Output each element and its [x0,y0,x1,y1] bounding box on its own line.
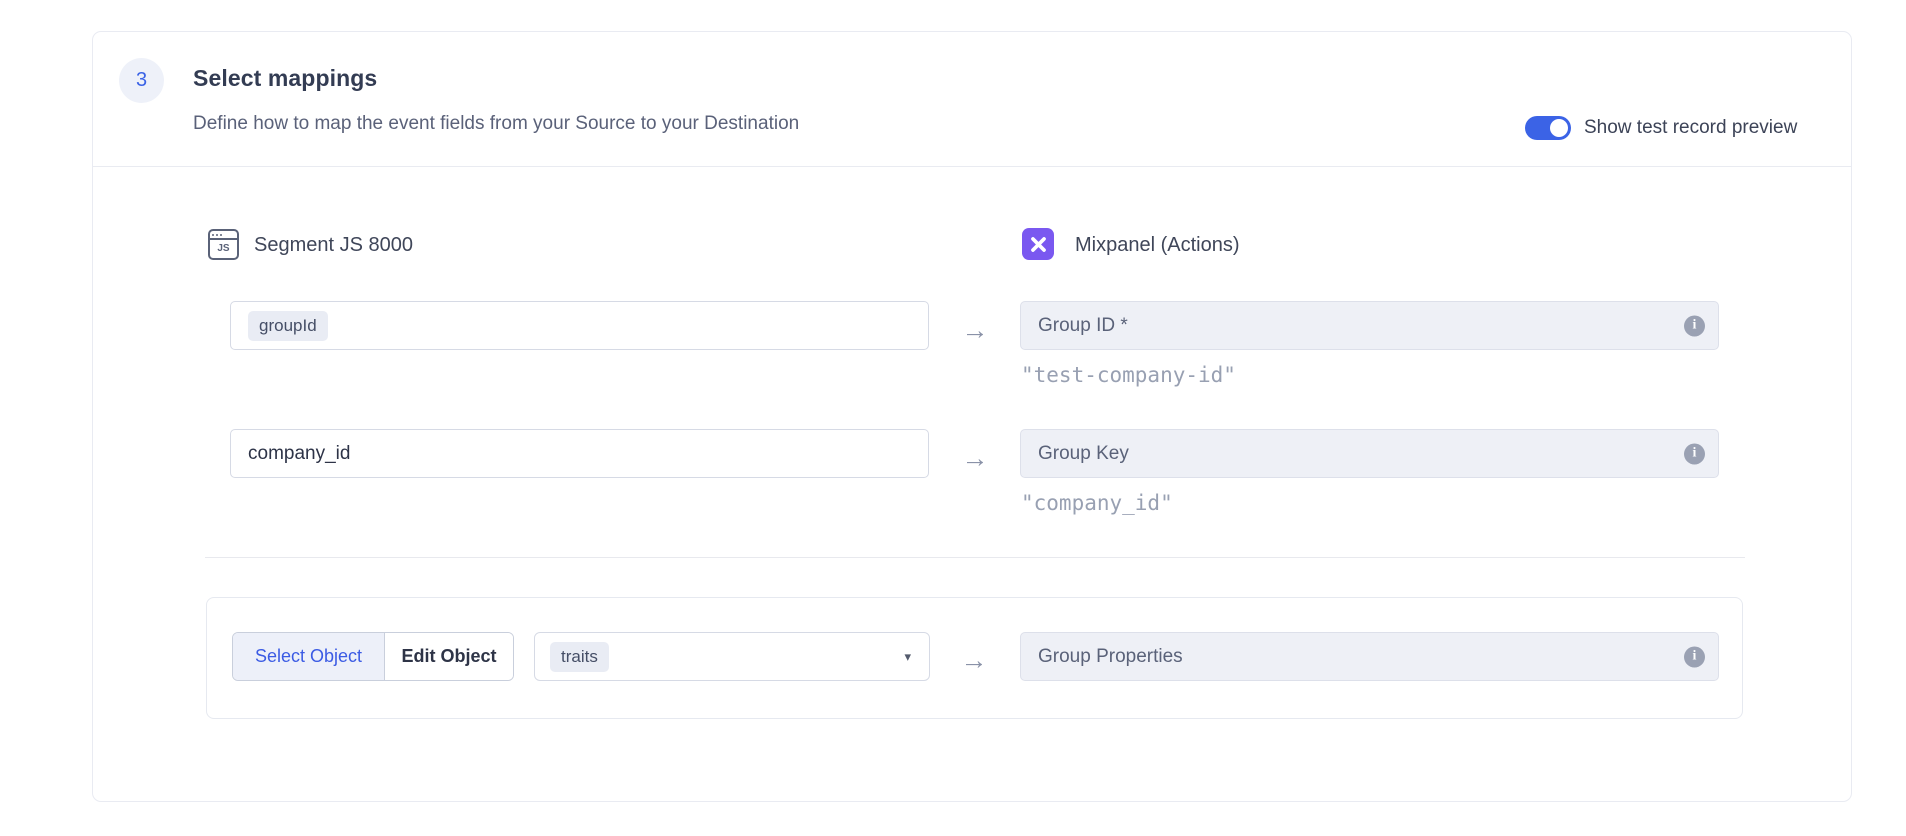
destination-field-label: Group ID * [1038,315,1128,337]
page-title: Select mappings [193,65,377,92]
step-number-badge: 3 [119,58,164,103]
js-badge: JS [210,240,237,257]
source-field-chip: groupId [248,311,328,341]
edit-object-button[interactable]: Edit Object [385,633,513,680]
destination-field-group-key[interactable]: Group Key i [1020,429,1719,478]
source-browser-js-icon: JS [208,229,239,260]
object-source-dropdown[interactable]: traits ▾ [534,632,930,681]
arrow-right-icon: → [950,443,1000,474]
show-test-record-preview-toggle[interactable] [1525,116,1571,140]
object-button-group: Select Object Edit Object [232,632,514,681]
source-field-input-group-id[interactable]: groupId [230,301,929,350]
select-mappings-card: 3 Select mappings Define how to map the … [92,31,1852,802]
test-preview-value: "test-company-id" [1021,363,1236,387]
mixpanel-icon [1022,228,1054,260]
section-divider [205,557,1745,558]
chevron-down-icon: ▾ [904,649,911,665]
info-icon[interactable]: i [1684,443,1705,464]
object-mapping-container: Select Object Edit Object traits ▾ → Gro… [206,597,1743,719]
select-object-button[interactable]: Select Object [233,633,385,680]
destination-field-label: Group Properties [1038,646,1183,668]
arrow-right-icon: → [949,645,999,676]
page-subtitle: Define how to map the event fields from … [193,113,799,135]
destination-name: Mixpanel (Actions) [1075,234,1240,257]
source-name: Segment JS 8000 [254,234,413,257]
dropdown-value-chip: traits [550,642,609,672]
arrow-right-icon: → [950,315,1000,346]
toggle-label: Show test record preview [1584,117,1797,139]
info-icon[interactable]: i [1684,646,1705,667]
info-icon[interactable]: i [1684,315,1705,336]
source-field-text: company_id [248,443,350,465]
toggle-knob [1550,119,1568,137]
destination-field-group-properties[interactable]: Group Properties i [1020,632,1719,681]
header-divider [93,166,1851,167]
test-preview-value: "company_id" [1021,491,1173,515]
destination-field-label: Group Key [1038,443,1129,465]
destination-field-group-id[interactable]: Group ID * i [1020,301,1719,350]
browser-titlebar [210,231,237,240]
source-field-input-group-key[interactable]: company_id [230,429,929,478]
